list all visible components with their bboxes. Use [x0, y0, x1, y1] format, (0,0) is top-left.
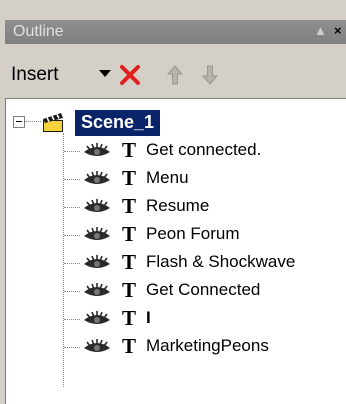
tree-connector	[64, 235, 80, 236]
collapse-node-icon[interactable]	[13, 116, 25, 128]
tree-item[interactable]: T Resume	[6, 193, 346, 221]
tree-connector	[64, 263, 80, 264]
visibility-eye-icon[interactable]	[82, 283, 112, 299]
text-object-icon: T	[122, 250, 137, 274]
tree-item-label: Get connected.	[146, 140, 262, 159]
panel-title: Outline	[13, 23, 64, 40]
tree-connector	[64, 319, 80, 320]
visibility-eye-icon[interactable]	[82, 311, 112, 327]
tree-item[interactable]: T Get connected.	[6, 137, 346, 165]
outline-tree[interactable]: Scene_1 T Get connected. T Menu T Resume	[5, 98, 346, 404]
tree-item-label: Flash & Shockwave	[146, 252, 296, 271]
visibility-eye-icon[interactable]	[82, 227, 112, 243]
close-panel-button[interactable]: ×	[334, 22, 342, 40]
tree-root-scene[interactable]: Scene_1	[75, 110, 161, 136]
visibility-eye-icon[interactable]	[82, 199, 112, 215]
tree-item[interactable]: T I	[6, 305, 346, 333]
text-object-icon: T	[122, 278, 137, 302]
collapse-panel-button[interactable]: ▲	[314, 22, 327, 40]
tree-item-label: Peon Forum	[146, 224, 240, 243]
tree-connector	[25, 121, 41, 122]
tree-item-label: Resume	[146, 196, 210, 215]
text-object-icon: T	[122, 138, 137, 162]
tree-item-label: MarketingPeons	[146, 336, 269, 355]
tree-item[interactable]: T Get Connected	[6, 277, 346, 305]
visibility-eye-icon[interactable]	[82, 339, 112, 355]
text-object-icon: T	[122, 194, 137, 218]
insert-menu-button[interactable]: Insert	[11, 64, 59, 86]
tree-connector	[64, 151, 80, 152]
tree-connector	[64, 291, 80, 292]
delete-x-icon[interactable]	[117, 62, 143, 88]
text-object-icon: T	[122, 222, 137, 246]
tree-item[interactable]: T MarketingPeons	[6, 333, 346, 361]
text-object-icon: T	[122, 306, 137, 330]
visibility-eye-icon[interactable]	[82, 171, 112, 187]
tree-item-label: I	[146, 308, 151, 327]
visibility-eye-icon[interactable]	[82, 255, 112, 271]
move-down-icon[interactable]	[197, 62, 223, 88]
tree-item[interactable]: T Menu	[6, 165, 346, 193]
move-up-icon[interactable]	[162, 62, 188, 88]
caret-down-icon[interactable]	[99, 70, 111, 77]
tree-item[interactable]: T Flash & Shockwave	[6, 249, 346, 277]
tree-connector	[64, 207, 80, 208]
text-object-icon: T	[122, 166, 137, 190]
tree-item-label: Get Connected	[146, 280, 261, 299]
tree-connector	[64, 347, 80, 348]
visibility-eye-icon[interactable]	[82, 143, 112, 159]
tree-connector	[64, 179, 80, 180]
outline-toolbar: Insert	[5, 58, 346, 92]
tree-item[interactable]: T Peon Forum	[6, 221, 346, 249]
text-object-icon: T	[122, 334, 137, 358]
scene-clapperboard-icon	[41, 111, 65, 133]
outline-panel: Outline ▲ × Insert Scene_1 T Get connect…	[0, 0, 346, 404]
tree-item-label: Menu	[146, 168, 189, 187]
panel-titlebar[interactable]: Outline ▲ ×	[5, 20, 346, 44]
